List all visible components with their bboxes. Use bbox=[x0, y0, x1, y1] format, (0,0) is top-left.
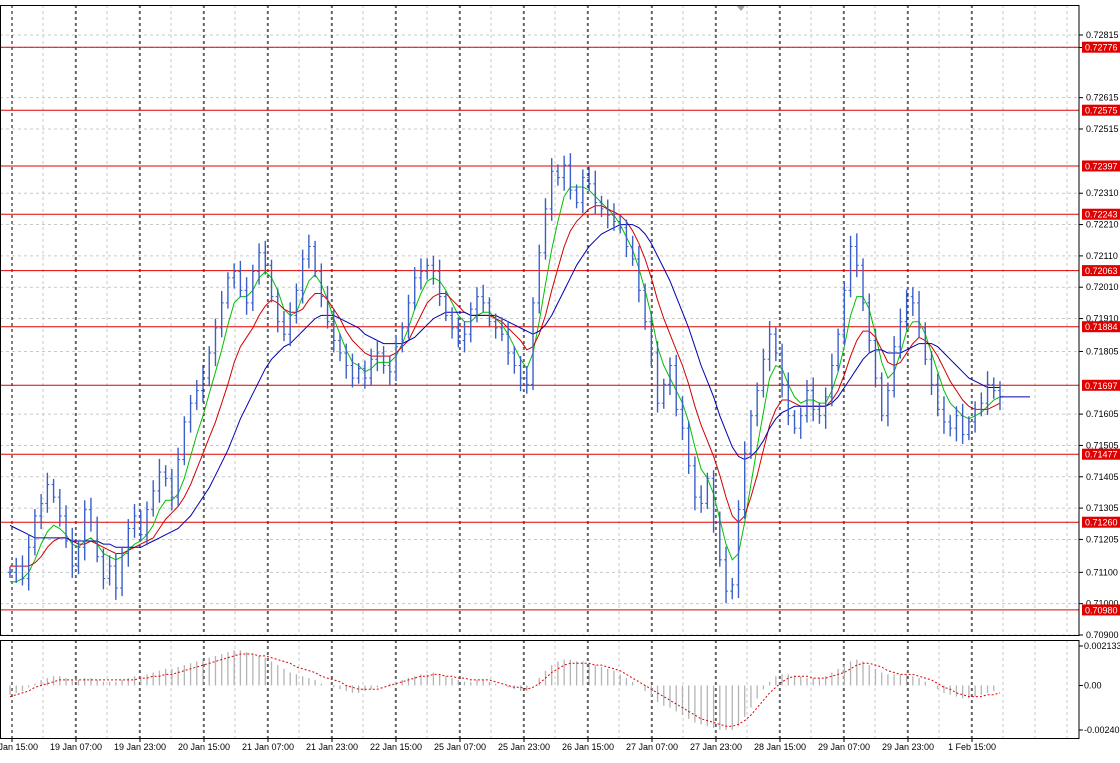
x-tick-label: 28 Jan 15:00 bbox=[754, 742, 806, 752]
y-tick-label: 0.72110 bbox=[1086, 251, 1118, 261]
osc-y-tick-label: 0.00 bbox=[1084, 680, 1102, 690]
y-tick-label: 0.71305 bbox=[1086, 503, 1119, 513]
level-label: 0.72776 bbox=[1085, 43, 1118, 53]
chart-background bbox=[0, 0, 1120, 758]
y-tick-label: 0.72310 bbox=[1086, 188, 1119, 198]
level-label: 0.71260 bbox=[1085, 518, 1118, 528]
x-tick-label: 25 Jan 23:00 bbox=[498, 742, 550, 752]
y-tick-label: 0.72515 bbox=[1086, 124, 1119, 134]
level-label: 0.71884 bbox=[1085, 322, 1118, 332]
x-tick-label: 29 Jan 23:00 bbox=[882, 742, 934, 752]
y-tick-label: 0.71405 bbox=[1086, 472, 1119, 482]
level-label: 0.72575 bbox=[1085, 106, 1118, 116]
y-tick-label: 0.71805 bbox=[1086, 346, 1119, 356]
x-tick-label: 25 Jan 07:00 bbox=[434, 742, 486, 752]
x-tick-label: 21 Jan 23:00 bbox=[306, 742, 358, 752]
x-tick-label: 27 Jan 23:00 bbox=[690, 742, 742, 752]
level-label: 0.72063 bbox=[1085, 266, 1118, 276]
y-tick-label: 0.72615 bbox=[1086, 93, 1119, 103]
osc-y-tick-label: -0.002406 bbox=[1084, 725, 1120, 735]
chart-svg[interactable]: 0.728150.727750.726150.725150.723100.722… bbox=[0, 0, 1120, 758]
y-tick-label: 0.71100 bbox=[1086, 567, 1118, 577]
level-label: 0.72397 bbox=[1085, 161, 1118, 171]
x-tick-label: 29 Jan 07:00 bbox=[818, 742, 870, 752]
level-label: 0.72243 bbox=[1085, 210, 1118, 220]
level-label: 0.70980 bbox=[1085, 605, 1118, 615]
y-tick-label: 0.70900 bbox=[1086, 630, 1119, 640]
y-tick-label: 0.72815 bbox=[1086, 30, 1119, 40]
x-tick-label: 18 Jan 15:00 bbox=[0, 742, 38, 752]
y-tick-label: 0.71205 bbox=[1086, 534, 1119, 544]
x-tick-label: 21 Jan 07:00 bbox=[242, 742, 294, 752]
x-tick-label: 26 Jan 15:00 bbox=[562, 742, 614, 752]
x-tick-label: 27 Jan 07:00 bbox=[626, 742, 678, 752]
level-label: 0.71697 bbox=[1085, 381, 1118, 391]
x-tick-label: 1 Feb 15:00 bbox=[948, 742, 996, 752]
y-tick-label: 0.72210 bbox=[1086, 220, 1119, 230]
level-label: 0.71477 bbox=[1085, 450, 1118, 460]
x-tick-label: 19 Jan 23:00 bbox=[114, 742, 166, 752]
y-tick-label: 0.72010 bbox=[1086, 282, 1119, 292]
trading-chart[interactable]: 0.728150.727750.726150.725150.723100.722… bbox=[0, 0, 1120, 758]
x-tick-label: 19 Jan 07:00 bbox=[50, 742, 102, 752]
y-tick-label: 0.71605 bbox=[1086, 409, 1119, 419]
osc-y-tick-label: 0.002133 bbox=[1084, 641, 1120, 651]
x-tick-label: 22 Jan 15:00 bbox=[370, 742, 422, 752]
x-tick-label: 20 Jan 15:00 bbox=[178, 742, 230, 752]
